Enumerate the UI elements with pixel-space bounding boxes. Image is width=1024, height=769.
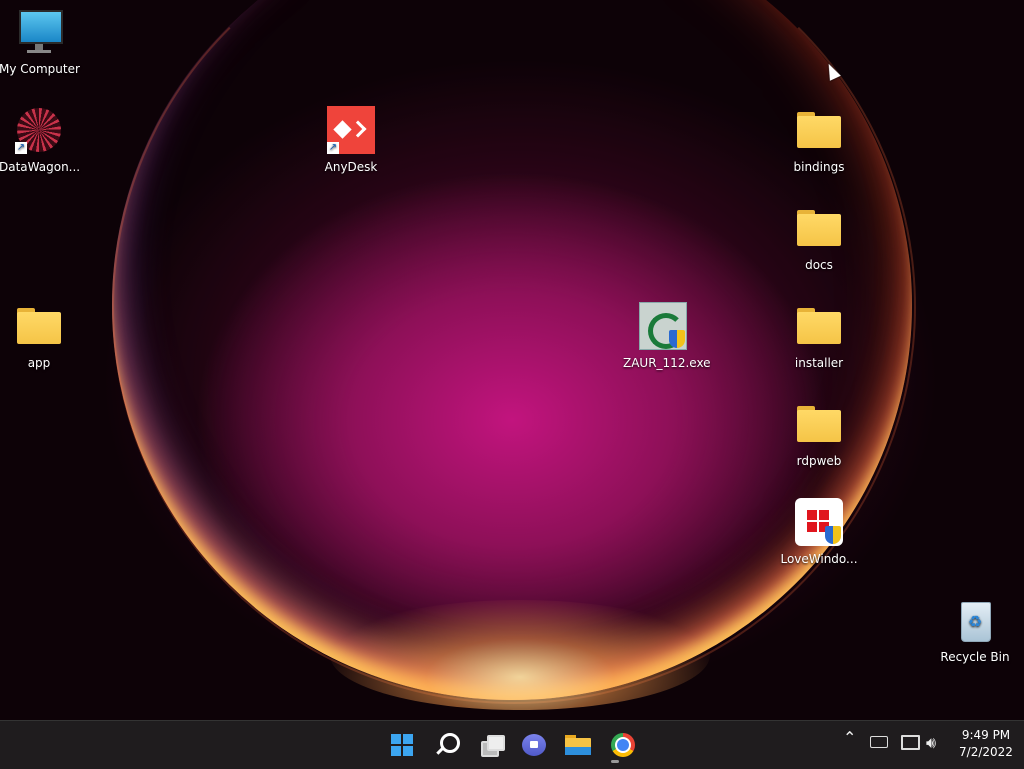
folder-icon [795, 106, 843, 154]
volume-button[interactable]: 🔊︎ [926, 733, 936, 753]
input-indicator[interactable] [870, 736, 888, 748]
desktop-icon-rdpweb[interactable]: rdpweb [779, 400, 859, 468]
datawagon-icon: ↗ [15, 106, 63, 154]
chrome-button[interactable] [607, 729, 639, 761]
desktop-icon-label: My Computer [0, 62, 80, 76]
uac-shield-icon [825, 526, 841, 544]
shortcut-arrow-icon: ↗ [15, 142, 27, 154]
desktop-icon-label: rdpweb [796, 454, 842, 468]
desktop-icon-label: AnyDesk [324, 160, 378, 174]
running-indicator [611, 760, 619, 763]
desktop-icon-label: docs [805, 258, 833, 272]
desktop-icon-installer[interactable]: installer [779, 302, 859, 370]
computer-icon [15, 8, 63, 56]
taskbar-clock[interactable]: 9:49 PM 7/2/2022 [950, 727, 1022, 761]
start-icon [391, 734, 413, 756]
file-explorer-icon [565, 735, 591, 755]
wallpaper-glow [330, 600, 710, 710]
network-button[interactable] [901, 735, 920, 750]
zaur-app-icon [639, 302, 687, 350]
clock-time: 9:49 PM [961, 728, 1011, 742]
desktop-icon-label: LoveWindo... [780, 552, 858, 566]
chat-icon [522, 734, 546, 756]
uac-shield-icon [669, 330, 685, 348]
desktop-icon-label: bindings [793, 160, 845, 174]
recycle-bin-icon: ♻ [951, 596, 999, 644]
windows-logo-icon [795, 498, 843, 546]
desktop-icon-label: Recycle Bin [940, 650, 1010, 664]
chevron-up-icon: ⌃ [843, 728, 857, 747]
show-hidden-icons-button[interactable]: ⌃ [843, 728, 856, 747]
desktop-icon-anydesk[interactable]: ↗ AnyDesk [311, 106, 391, 174]
folder-icon [795, 204, 843, 252]
desktop-icon-label: DataWagon... [0, 160, 81, 174]
network-icon [901, 735, 920, 750]
desktop-icon-bindings[interactable]: bindings [779, 106, 859, 174]
desktop-icon-lovewindows[interactable]: LoveWindo... [779, 498, 859, 566]
file-explorer-button[interactable] [562, 729, 594, 761]
folder-icon [795, 302, 843, 350]
folder-icon [15, 302, 63, 350]
desktop-icon-label: ZAUR_112.exe [623, 356, 711, 370]
anydesk-icon: ↗ [327, 106, 375, 154]
clock-date: 7/2/2022 [959, 745, 1013, 759]
desktop-icon-recycle-bin[interactable]: ♻ Recycle Bin [935, 596, 1015, 664]
volume-icon: 🔊︎ [926, 733, 937, 752]
desktop-icon-my-computer[interactable]: My Computer [0, 8, 80, 76]
desktop-icon-zaur[interactable]: ZAUR_112.exe [623, 302, 711, 370]
desktop-icon-label: app [27, 356, 51, 370]
desktop-icon-app[interactable]: app [0, 302, 79, 370]
start-button[interactable] [386, 729, 418, 761]
chat-button[interactable] [518, 729, 550, 761]
search-button[interactable] [431, 729, 463, 761]
desktop-icon-docs[interactable]: docs [779, 204, 859, 272]
shortcut-arrow-icon: ↗ [327, 142, 339, 154]
folder-icon [795, 400, 843, 448]
task-view-button[interactable] [475, 729, 507, 761]
desktop-icon-datawagon[interactable]: ↗ DataWagon... [0, 106, 81, 174]
desktop-icon-label: installer [794, 356, 844, 370]
search-icon [440, 733, 460, 753]
desktop-wallpaper [0, 0, 1024, 720]
chrome-icon [611, 733, 635, 757]
keyboard-icon [870, 736, 888, 748]
